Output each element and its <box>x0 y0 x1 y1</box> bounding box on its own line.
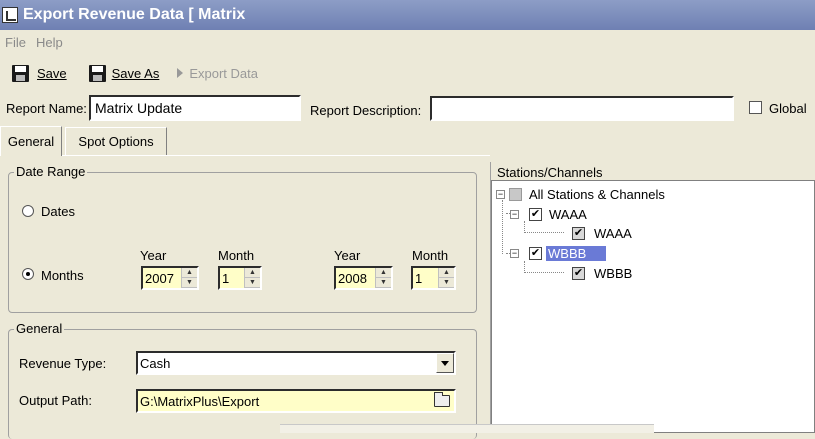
tree-connector <box>502 200 503 254</box>
spin-down-icon[interactable]: ▼ <box>376 278 391 288</box>
save-as-icon <box>88 64 106 82</box>
end-month-spinner[interactable]: 1 ▲ ▼ <box>411 266 456 290</box>
checkbox-waaa[interactable]: ✔ <box>529 208 542 221</box>
menu-help[interactable]: Help <box>36 35 63 50</box>
tab-panel-border <box>0 155 490 156</box>
collapse-icon[interactable]: − <box>496 190 505 199</box>
folder-open-icon <box>434 392 450 407</box>
spin-down-icon[interactable]: ▼ <box>439 278 454 288</box>
tab-general[interactable]: General <box>0 126 62 156</box>
general-group-title: General <box>14 321 65 336</box>
root-checkbox[interactable] <box>509 188 522 201</box>
tree-child-waaa[interactable]: ✔ WAAA <box>572 226 632 241</box>
collapse-icon[interactable]: − <box>510 210 519 219</box>
tree-root[interactable]: − All Stations & Channels <box>496 187 665 202</box>
start-year-spinner[interactable]: 2007 ▲ ▼ <box>141 266 199 290</box>
tab-spot-options[interactable]: Spot Options <box>65 127 167 155</box>
save-as-button[interactable]: Save As <box>88 64 159 82</box>
spin-up-icon[interactable]: ▲ <box>245 268 260 278</box>
title-bar: Export Revenue Data [ Matrix <box>0 0 815 30</box>
spin-up-icon[interactable]: ▲ <box>439 268 454 278</box>
stations-title: Stations/Channels <box>497 165 603 180</box>
start-year-label: Year <box>140 248 167 263</box>
report-name-label: Report Name: <box>6 101 87 116</box>
general-group <box>8 329 477 439</box>
browse-folder-button[interactable] <box>430 391 454 411</box>
checkbox-wbbb[interactable]: ✔ <box>529 247 542 260</box>
menu-bar: File Help <box>0 30 815 54</box>
spin-up-icon[interactable]: ▲ <box>376 268 391 278</box>
status-strip <box>280 424 654 433</box>
date-range-title: Date Range <box>14 164 88 179</box>
export-data-button[interactable]: Export Data <box>177 66 258 81</box>
spin-down-icon[interactable]: ▼ <box>245 278 260 288</box>
dates-radio[interactable] <box>22 205 34 217</box>
report-description-input[interactable] <box>430 96 734 121</box>
stations-tree: − All Stations & Channels − ✔ WAAA ✔ WAA… <box>491 180 815 433</box>
export-arrow-icon <box>177 68 184 78</box>
checkbox-wbbb-child[interactable]: ✔ <box>572 267 585 280</box>
revenue-type-select[interactable]: Cash <box>136 351 456 375</box>
months-radio[interactable] <box>22 268 34 280</box>
tree-item-wbbb[interactable]: − ✔ WBBB <box>510 246 606 261</box>
app-icon <box>2 7 18 23</box>
menu-file[interactable]: File <box>5 35 26 50</box>
date-range-group <box>8 172 477 313</box>
tree-connector <box>524 272 564 273</box>
tree-connector <box>524 232 564 233</box>
months-label: Months <box>41 268 84 283</box>
output-path-input[interactable]: G:\MatrixPlus\Export <box>136 389 456 413</box>
tree-item-waaa[interactable]: − ✔ WAAA <box>510 207 587 222</box>
collapse-icon[interactable]: − <box>510 249 519 258</box>
chevron-down-icon[interactable] <box>436 353 454 373</box>
end-month-label: Month <box>412 248 449 263</box>
toolbar: Save Save As Export Data <box>0 58 815 88</box>
window-title: Export Revenue Data [ Matrix <box>23 6 246 23</box>
save-button[interactable]: Save <box>12 64 67 82</box>
end-year-label: Year <box>334 248 361 263</box>
dates-label: Dates <box>41 204 75 219</box>
global-label: Global <box>769 101 807 116</box>
global-checkbox[interactable] <box>749 101 762 114</box>
start-month-label: Month <box>218 248 255 263</box>
spin-up-icon[interactable]: ▲ <box>182 268 197 278</box>
output-path-label: Output Path: <box>19 393 92 408</box>
checkbox-waaa-child[interactable]: ✔ <box>572 227 585 240</box>
save-icon <box>12 64 29 82</box>
tree-child-wbbb[interactable]: ✔ WBBB <box>572 266 632 281</box>
end-year-spinner[interactable]: 2008 ▲ ▼ <box>334 266 393 290</box>
start-month-spinner[interactable]: 1 ▲ ▼ <box>218 266 262 290</box>
revenue-type-label: Revenue Type: <box>19 356 107 371</box>
spin-down-icon[interactable]: ▼ <box>182 278 197 288</box>
report-description-label: Report Description: <box>310 103 422 118</box>
report-name-input[interactable]: Matrix Update <box>89 95 301 121</box>
